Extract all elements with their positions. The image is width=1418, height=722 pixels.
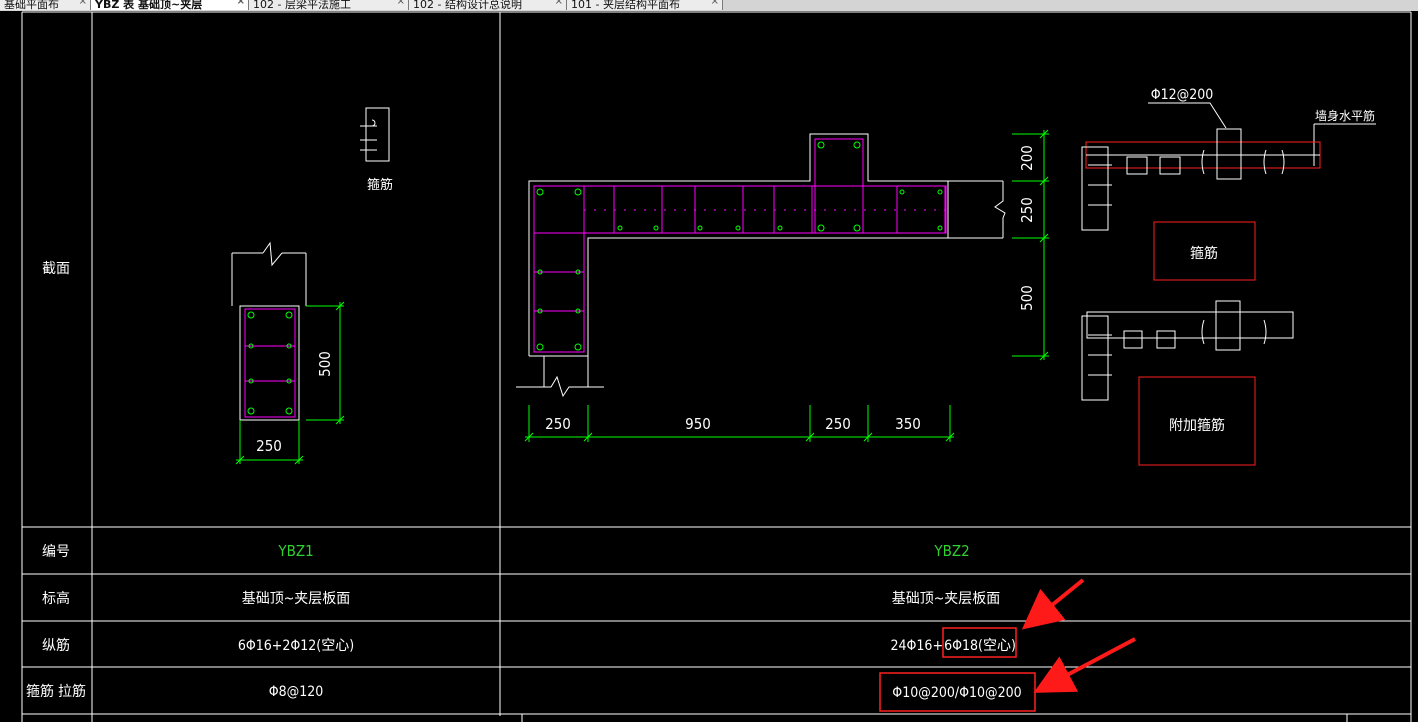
ybz2-elevation: 基础顶~夹层板面 bbox=[892, 590, 1001, 607]
ybz2-longitudinal-main: 24Φ16+ bbox=[890, 638, 943, 654]
ybz2-id: YBZ2 bbox=[933, 542, 969, 560]
arrow-annotation-stirrup bbox=[1033, 637, 1136, 693]
ybz2-section: 250 950 250 350 200 250 500 bbox=[516, 129, 1049, 442]
cad-canvas[interactable]: 截面 编号 标高 纵筋 箍筋 拉筋 YBZ1 YBZ2 基础顶~夹层板面 基础顶… bbox=[0, 0, 1418, 722]
ybz1-stirrup: Φ8@120 bbox=[269, 684, 324, 700]
row-label-elevation: 标高 bbox=[42, 590, 70, 607]
arrow-annotation-longitudinal bbox=[1021, 578, 1085, 630]
ybz2-dim-right-1: 200 bbox=[1018, 145, 1036, 171]
ybz1-section: 箍筋 500 250 bbox=[231, 107, 393, 465]
row-label-id: 编号 bbox=[42, 544, 70, 560]
ybz2-longitudinal-highlight: 6Φ18(空心) bbox=[944, 638, 1016, 654]
ybz1-dim-height: 500 bbox=[316, 351, 334, 377]
legend-stirrup-label: 箍筋 bbox=[1190, 245, 1218, 262]
ybz1-id: YBZ1 bbox=[277, 542, 313, 560]
row-label-longitudinal: 纵筋 bbox=[42, 637, 70, 654]
ybz2-dim-bottom-4: 350 bbox=[895, 415, 921, 433]
ybz2-dim-bottom-3: 250 bbox=[825, 415, 851, 433]
table-grid bbox=[21, 11, 1412, 722]
ybz1-dim-width: 250 bbox=[256, 437, 282, 455]
ybz1-stirrup-label: 箍筋 bbox=[367, 177, 393, 193]
ybz1-elevation: 基础顶~夹层板面 bbox=[242, 590, 351, 607]
legend-wall-rebar-label: 墙身水平筋 bbox=[1315, 108, 1375, 123]
legend-extra-stirrup-label: 附加箍筋 bbox=[1169, 417, 1225, 434]
row-label-section: 截面 bbox=[42, 261, 70, 277]
row-label-stirrup: 箍筋 拉筋 bbox=[26, 683, 86, 700]
ybz1-longitudinal: 6Φ16+2Φ12(空心) bbox=[238, 638, 354, 654]
legend-details: Φ12@200 墙身水平筋 箍筋 附加箍筋 bbox=[1081, 87, 1376, 466]
ybz2-dim-right-3: 500 bbox=[1018, 285, 1036, 311]
ybz2-stirrup: Φ10@200/Φ10@200 bbox=[892, 685, 1021, 701]
ybz2-dim-bottom-2: 950 bbox=[685, 415, 711, 433]
ybz2-dim-bottom-1: 250 bbox=[545, 415, 571, 433]
ybz2-dim-right-2: 250 bbox=[1018, 197, 1036, 223]
legend-rebar-label: Φ12@200 bbox=[1151, 87, 1214, 103]
